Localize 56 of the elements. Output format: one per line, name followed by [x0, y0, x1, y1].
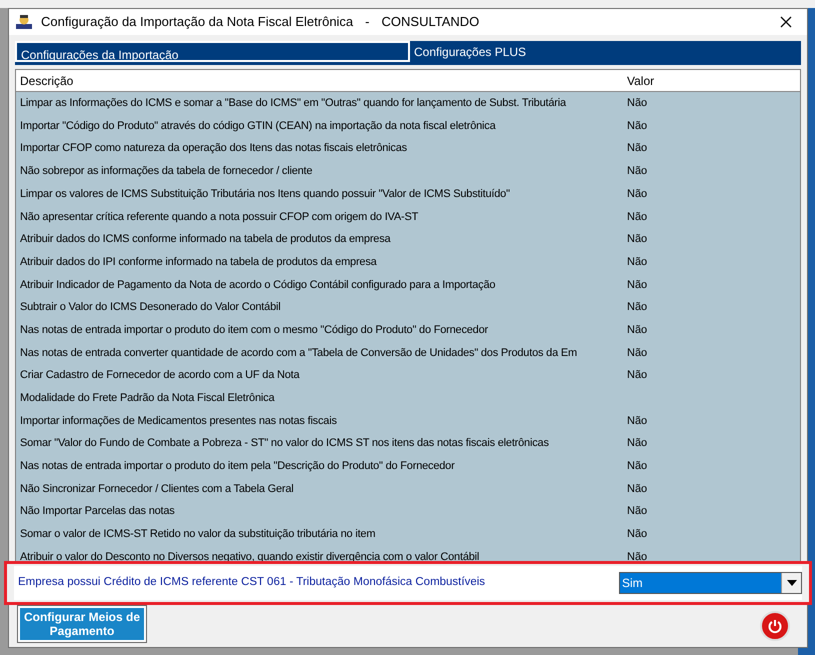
table-cell-text: Não — [626, 436, 648, 452]
table-cell-text: Não — [626, 232, 648, 248]
tab[interactable]: Configurações da Importação — [15, 41, 410, 62]
column-header: Descrição — [19, 72, 74, 90]
table-cell-text: Atribuir dados do ICMS conforme informado na tabela de produtos da empresa — [19, 232, 392, 248]
table-cell-text: Não — [626, 346, 648, 361]
table-cell-text: Não — [626, 186, 648, 202]
table-cell-text: Criar Cadastro de Fornecedor de acordo com a UF da Nota — [19, 368, 301, 384]
table-cell-text: Não — [626, 300, 648, 316]
table-cell-text: Não — [626, 459, 648, 474]
table-cell-text: Subtrair o Valor do ICMS Desonerado do Valor Contábil — [19, 300, 282, 316]
table-cell-text: Não — [626, 141, 648, 156]
table-cell-text: Não — [626, 164, 648, 180]
title-separator: - — [364, 13, 371, 32]
table-cell-text: Não — [626, 414, 648, 429]
value-dropdown[interactable]: Sim — [619, 572, 802, 594]
table-cell-text: Somar "Valor do Fundo de Combate a Pobreza - ST" no valor do ICMS ST nos itens das notas fiscais eletrônicas — [19, 436, 550, 452]
close-icon — [780, 16, 792, 28]
caret-icon — [786, 580, 796, 586]
table-cell-text: Não — [626, 254, 648, 270]
table-cell-text: Não Importar Parcelas das notas — [19, 504, 176, 520]
table-cell-text: Nas notas de entrada converter quantidade de acordo com a "Tabela de Conversão de Unidades" dos Produtos da Em — [19, 346, 578, 361]
table-cell-text: Importar "Código do Produto" através do código GTIN (CEAN) na importação da nota fiscal eletrônica — [19, 118, 497, 134]
table-cell-text: Não — [626, 322, 648, 338]
table-cell-text: Atribuir Indicador de Pagamento da Nota de acordo o Código Contábil configurado para a Importação — [19, 278, 496, 293]
table-cell-text: Não — [626, 527, 648, 542]
table-cell-text: Não apresentar crítica referente quando a nota possuir CFOP com origem do IVA-ST — [19, 210, 420, 225]
table-cell-text: Não — [626, 368, 648, 384]
app-icon — [15, 14, 33, 30]
table-cell-text: Não — [626, 278, 648, 293]
table-cell-text: Importar informações de Medicamentos presentes nas notas fiscais — [19, 414, 338, 429]
power-icon — [767, 618, 783, 634]
table-cell-text: Modalidade do Frete Padrão da Nota Fiscal Eletrônica — [19, 391, 276, 406]
table-cell-text: Nas notas de entrada importar o produto do item pela "Descrição do Produto" do Fornecedor — [19, 459, 456, 474]
configure-payment-button[interactable]: Configurar Meios de Pagamento — [18, 606, 146, 642]
window-mode: CONSULTANDO — [382, 13, 480, 32]
table-cell-text: Não — [626, 504, 648, 520]
table-cell-text: Não sobrepor as informações da tabela de fornecedor / cliente — [19, 164, 314, 180]
table-cell-text: Não — [626, 550, 648, 565]
table-cell-text: Não Sincronizar Fornecedor / Clientes com a Tabela Geral — [19, 482, 295, 497]
column-header: Valor — [626, 72, 656, 90]
table-cell-text: Não — [626, 210, 648, 225]
table-cell-text: Nas notas de entrada importar o produto do item com o mesmo "Código do Produto" do Fornecedor — [19, 322, 489, 338]
power-button[interactable] — [760, 611, 790, 641]
table-cell-text: Não — [626, 118, 648, 134]
dropdown-value: Sim — [622, 575, 643, 592]
table-cell-text: Somar o valor de ICMS-ST Retido no valor da substituição tributária no item — [19, 527, 376, 542]
table-cell-text: Atribuir o valor do Desconto no Diversos negativo, quando existir divergência com o valor Contábil — [19, 550, 480, 565]
table-cell-text: Não — [626, 96, 648, 112]
table-cell-text: Importar CFOP como natureza da operação dos Itens das notas fiscais eletrônicas — [19, 141, 408, 156]
table-cell-text: Limpar as Informações do ICMS e somar a "Base do ICMS" em "Outras" quando for lançamento de Subst. Tributária — [19, 96, 568, 112]
table-cell-text: Atribuir dados do IPI conforme informado na tabela de produtos da empresa — [19, 254, 378, 270]
table-cell-text: Não — [626, 482, 648, 497]
table-cell-text: Limpar os valores de ICMS Substituição Tributária nos Itens quando possuir "Valor de ICMS Substituído" — [19, 186, 511, 202]
window-title: Configuração da Importação da Nota Fiscal Eletrônica — [41, 13, 354, 32]
table-cell-text: Empresa possui Crédito de ICMS referente CST 061 - Tributação Monofásica Combustíveis — [17, 575, 486, 590]
